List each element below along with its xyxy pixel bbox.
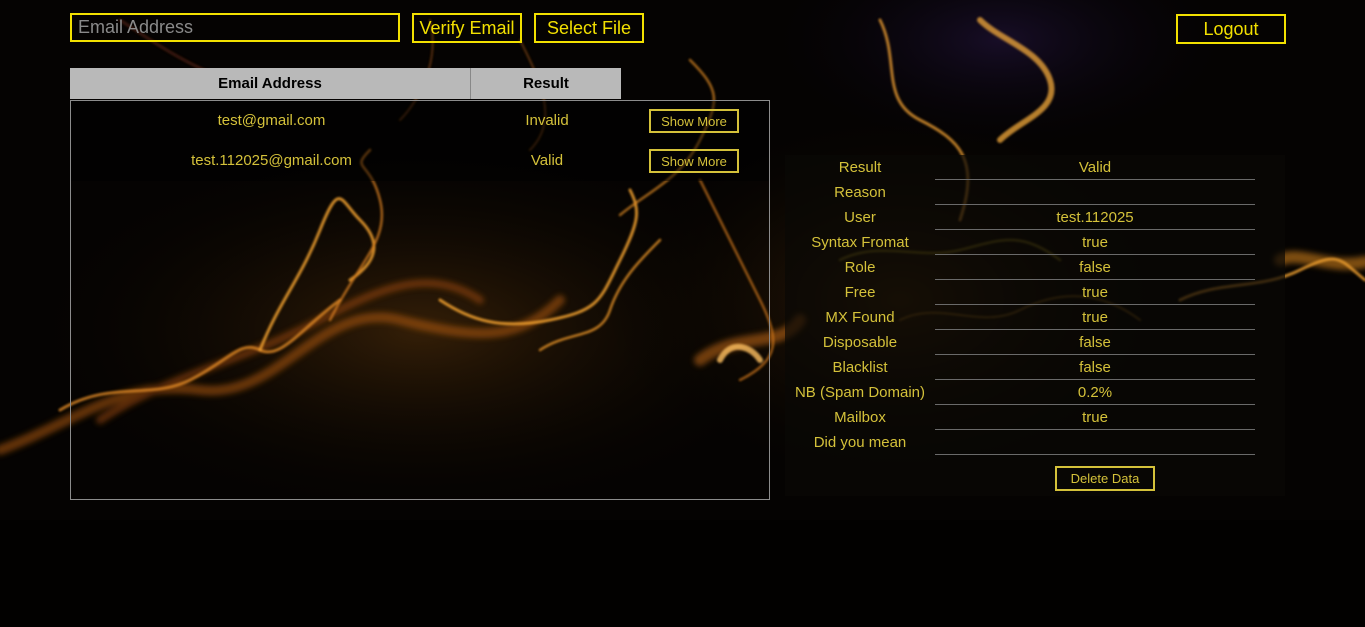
detail-label: Result [838,159,882,176]
detail-value: true [935,230,1255,255]
detail-value [935,180,1255,205]
detail-label: Reason [834,184,886,201]
detail-row-mailbox: Mailbox true [785,405,1285,430]
show-more-button[interactable]: Show More [649,149,739,173]
row-email: test.112025@gmail.com [191,152,352,169]
row-result: Invalid [525,112,569,129]
detail-label: Blacklist [832,359,888,376]
detail-value [935,430,1255,455]
detail-row-mx-found: MX Found true [785,305,1285,330]
detail-row-result: Result Valid [785,155,1285,180]
detail-row-reason: Reason [785,180,1285,205]
verify-email-button[interactable]: Verify Email [412,13,522,43]
detail-label: User [844,209,876,226]
table-row: test@gmail.com Invalid Show More [71,101,769,141]
detail-label: Disposable [822,334,898,351]
detail-label: MX Found [825,309,895,326]
detail-value: test.112025 [935,205,1255,230]
detail-value: 0.2% [935,380,1255,405]
detail-label: Syntax Fromat [811,234,909,251]
email-address-input[interactable] [70,13,400,42]
table-row: test.112025@gmail.com Valid Show More [71,141,769,181]
detail-label: Mailbox [834,409,886,426]
detail-row-disposable: Disposable false [785,330,1285,355]
detail-label: Free [844,284,876,301]
detail-label: NB (Spam Domain) [794,384,926,401]
detail-value: false [935,255,1255,280]
detail-value: true [935,305,1255,330]
detail-row-role: Role false [785,255,1285,280]
page: Verify Email Select File Logout Email Ad… [0,0,1365,627]
row-result: Valid [530,152,564,169]
detail-row-free: Free true [785,280,1285,305]
detail-row-did-you-mean: Did you mean [785,430,1285,455]
logout-button[interactable]: Logout [1176,14,1286,44]
detail-value: false [935,355,1255,380]
detail-row-syntax-format: Syntax Fromat true [785,230,1285,255]
column-header-result: Result [523,75,569,92]
detail-label: Role [844,259,876,276]
column-header-email: Email Address [70,68,471,99]
show-more-button[interactable]: Show More [649,109,739,133]
detail-row-spam-domain: NB (Spam Domain) 0.2% [785,380,1285,405]
detail-value: Valid [935,155,1255,180]
detail-row-user: User test.112025 [785,205,1285,230]
detail-value: true [935,280,1255,305]
select-file-button[interactable]: Select File [534,13,644,43]
details-panel: Result Valid Reason User test.112025 Syn… [785,155,1285,496]
detail-label: Did you mean [813,434,907,451]
detail-value: true [935,405,1255,430]
delete-data-button[interactable]: Delete Data [1055,466,1155,491]
results-table-header: Email Address Result [70,68,621,99]
row-email: test@gmail.com [217,112,326,129]
detail-row-blacklist: Blacklist false [785,355,1285,380]
detail-value: false [935,330,1255,355]
